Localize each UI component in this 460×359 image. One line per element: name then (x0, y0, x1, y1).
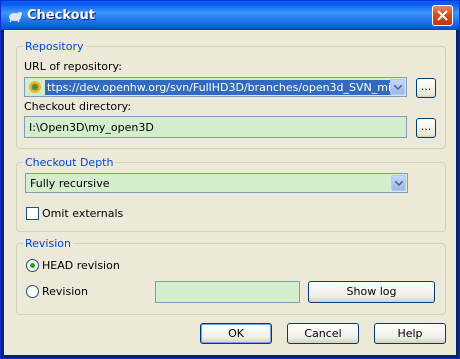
head-revision-label: HEAD revision (42, 259, 120, 272)
chevron-down-icon (395, 181, 403, 186)
revision-radio[interactable] (26, 285, 39, 298)
omit-externals-checkbox[interactable] (26, 207, 39, 220)
depth-dropdown-button[interactable] (391, 175, 406, 191)
radio-selected-dot (30, 263, 35, 268)
close-icon (437, 10, 448, 21)
tortoise-icon (7, 8, 23, 24)
depth-selected-value: Fully recursive (30, 177, 110, 190)
head-revision-radio[interactable] (26, 259, 39, 272)
checkout-dialog: Checkout Repository URL of repository: t… (0, 0, 460, 359)
directory-input[interactable]: I:\Open3D\my_open3D (24, 116, 407, 138)
ok-button[interactable]: OK (200, 323, 272, 344)
url-value: ttps://dev.openhw.org/svn/FullHD3D/branc… (45, 80, 392, 95)
directory-browse-button[interactable]: ... (416, 118, 436, 138)
window-title: Checkout (27, 8, 96, 23)
title-bar[interactable]: Checkout (1, 1, 459, 30)
url-dropdown-button[interactable] (390, 79, 405, 95)
url-label: URL of repository: (24, 60, 122, 73)
url-combobox[interactable]: ttps://dev.openhw.org/svn/FullHD3D/branc… (24, 77, 407, 97)
depth-select[interactable]: Fully recursive (25, 173, 408, 193)
show-log-button[interactable]: Show log (308, 281, 435, 303)
omit-externals-label: Omit externals (42, 207, 124, 220)
checkout-depth-group-title: Checkout Depth (23, 156, 116, 169)
svn-repo-icon (28, 80, 42, 94)
url-browse-button[interactable]: ... (416, 78, 436, 98)
revision-group-title: Revision (23, 237, 73, 250)
repository-group-title: Repository (23, 40, 86, 53)
directory-label: Checkout directory: (24, 100, 132, 113)
revision-input[interactable] (155, 281, 300, 303)
help-button[interactable]: Help (374, 323, 446, 344)
chevron-down-icon (394, 85, 402, 90)
revision-group: Revision (16, 237, 446, 315)
cancel-button[interactable]: Cancel (287, 323, 359, 344)
revision-label: Revision (42, 285, 88, 298)
dialog-body: Repository URL of repository: ttps://dev… (4, 30, 456, 355)
directory-value: I:\Open3D\my_open3D (29, 121, 154, 134)
close-button[interactable] (432, 5, 453, 26)
